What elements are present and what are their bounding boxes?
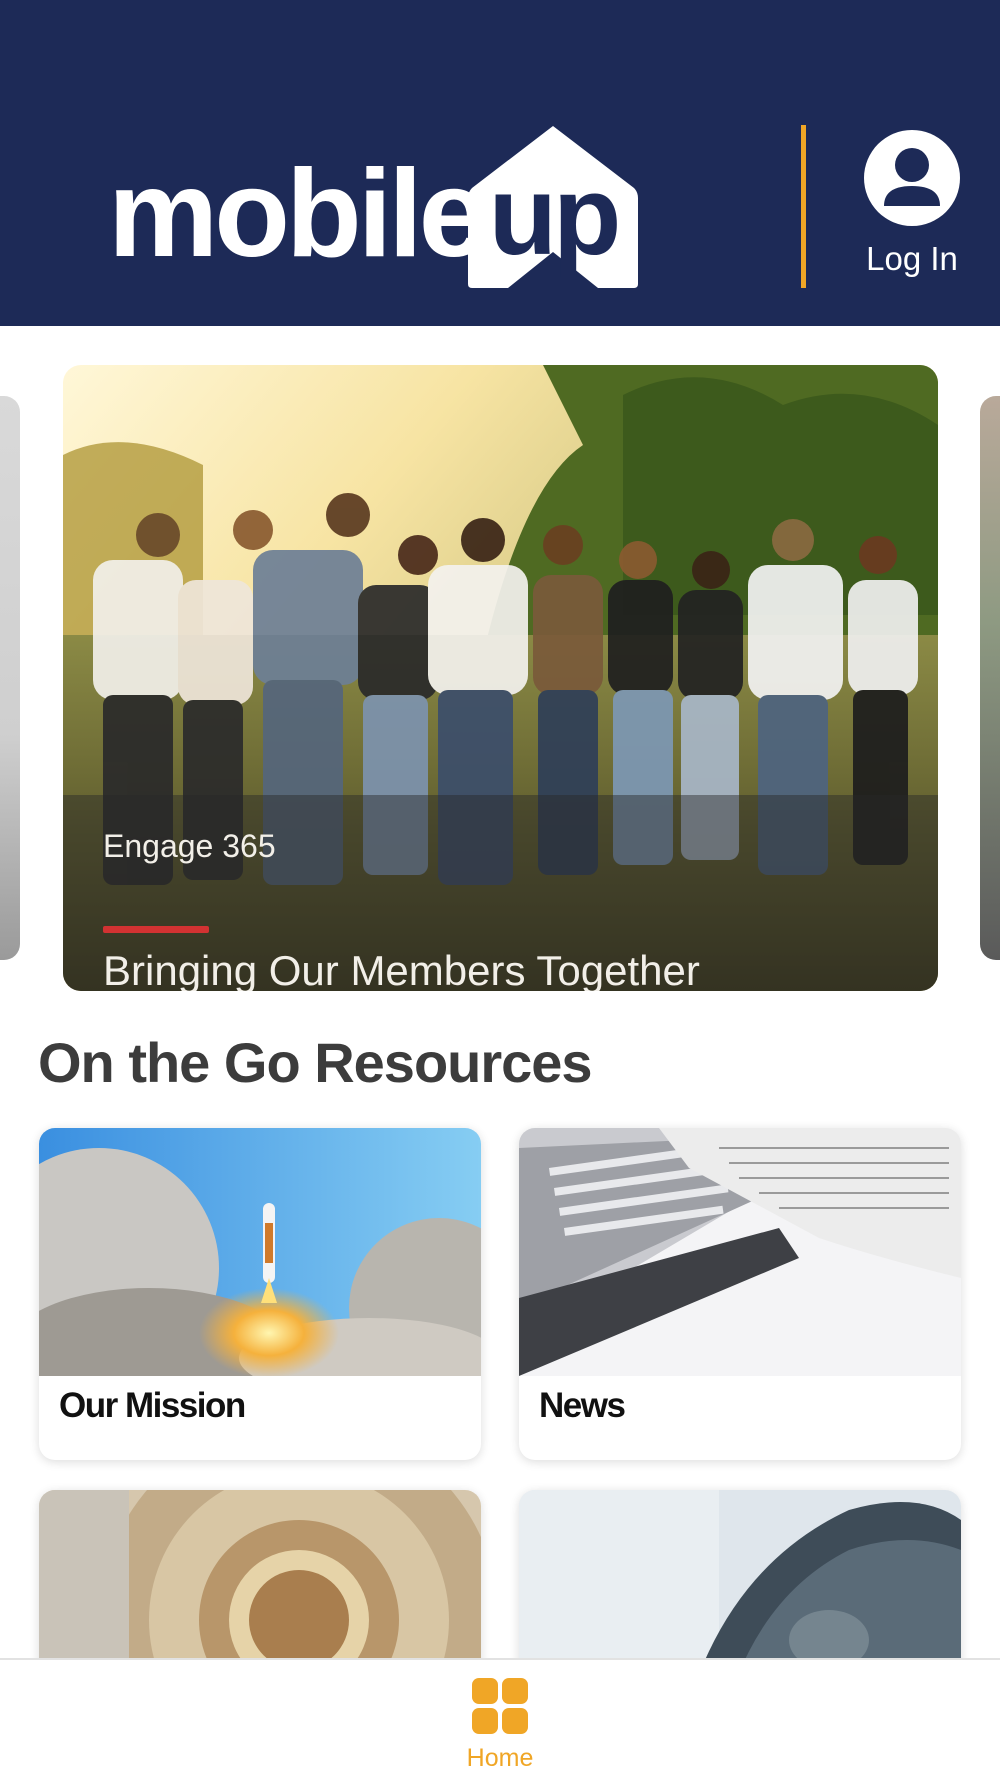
carousel-card-active[interactable]: Engage 365 Bringing Our Members Together (63, 365, 938, 991)
app-header: mobile up Log In (0, 0, 1000, 326)
grid-home-icon (472, 1678, 528, 1734)
carousel-prev-card[interactable] (0, 396, 20, 960)
user-avatar-icon (864, 130, 960, 226)
login-label: Log In (866, 240, 958, 277)
newspaper-laptop-image (519, 1128, 961, 1376)
featured-carousel[interactable]: Engage 365 Bringing Our Members Together (0, 326, 1000, 1006)
header-divider (801, 125, 806, 288)
logo-wordmark: mobile (108, 145, 488, 283)
carousel-next-card[interactable] (980, 396, 1000, 960)
tab-home-label: Home (466, 1744, 534, 1772)
resources-section-title: On the Go Resources (38, 1031, 593, 1094)
rocket-launch-image (39, 1128, 481, 1376)
hero-accent-rule (103, 926, 209, 933)
tab-home[interactable]: Home (440, 1678, 560, 1778)
resource-card-news[interactable]: News (519, 1128, 961, 1460)
hero-title: Bringing Our Members Together (103, 947, 700, 991)
resource-card-label: Our Mission (59, 1386, 246, 1425)
logo-house-icon: up (468, 122, 638, 288)
resource-card-mission[interactable]: Our Mission (39, 1128, 481, 1460)
login-button[interactable]: Log In (856, 128, 968, 288)
resource-card-label: News (539, 1386, 626, 1425)
bottom-tab-bar: Home (0, 1658, 1000, 1778)
hero-kicker: Engage 365 (103, 828, 276, 864)
mobileup-logo: mobile up (108, 122, 648, 292)
logo-house-text: up (488, 153, 622, 278)
